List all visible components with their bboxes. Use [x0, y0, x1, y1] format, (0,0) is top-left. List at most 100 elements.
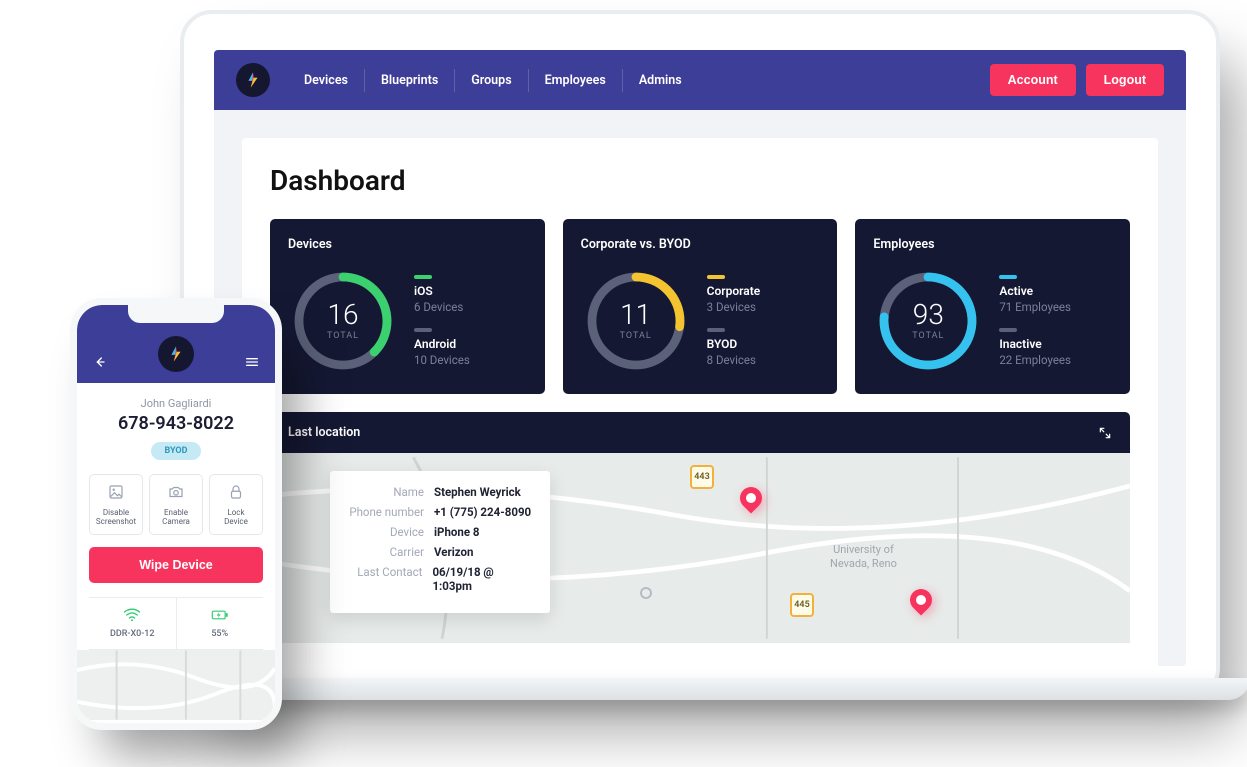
nav-blueprints[interactable]: Blueprints	[365, 69, 455, 92]
expand-icon[interactable]	[1098, 426, 1112, 440]
map-poi-icon	[640, 587, 652, 599]
dashboard-panel: Dashboard Devices 16	[242, 138, 1158, 666]
desktop-screen: Devices Blueprints Groups Employees Admi…	[214, 50, 1186, 666]
donut-corporate-byod: 11 TOTAL	[581, 266, 691, 376]
action-disable-screenshot[interactable]: DisableScreenshot	[89, 474, 143, 535]
ownership-badge: BYOD	[151, 442, 201, 460]
legend-swatch	[414, 328, 432, 332]
legend-sub: 71 Employees	[999, 300, 1071, 314]
back-button[interactable]	[91, 353, 109, 371]
nav-devices[interactable]: Devices	[288, 69, 365, 92]
phone-content: John Gagliardi 678-943-8022 BYOD Disable…	[77, 383, 275, 650]
wipe-device-button[interactable]: Wipe Device	[89, 547, 263, 583]
nav-groups[interactable]: Groups	[455, 69, 528, 92]
info-label-name: Name	[346, 485, 434, 499]
legend-active: Active 71 Employees	[999, 275, 1071, 314]
legend-corporate: Corporate 3 Devices	[707, 275, 761, 314]
laptop-frame: Devices Blueprints Groups Employees Admi…	[180, 10, 1220, 700]
phone-screen: John Gagliardi 678-943-8022 BYOD Disable…	[77, 305, 275, 723]
device-phone-number: 678-943-8022	[89, 413, 263, 434]
info-label-carrier: Carrier	[346, 545, 434, 559]
account-button[interactable]: Account	[990, 64, 1076, 96]
route-shield-icon: 443	[690, 465, 714, 489]
map-place-label: University ofNevada, Reno	[830, 543, 897, 571]
map-title: Last location	[288, 425, 360, 440]
donut-devices: 16 TOTAL	[288, 266, 398, 376]
donut-value: 93	[913, 301, 944, 329]
donut-label: TOTAL	[620, 331, 652, 341]
card-title: Employees	[873, 237, 1112, 252]
action-enable-camera[interactable]: EnableCamera	[149, 474, 203, 535]
legend-sub: 22 Employees	[999, 353, 1071, 367]
legend-label: Android	[414, 337, 470, 351]
device-user-name: John Gagliardi	[89, 397, 263, 410]
legend-swatch	[999, 328, 1017, 332]
battery-level: 55%	[177, 629, 264, 639]
legend-byod: BYOD 8 Devices	[707, 328, 761, 367]
logout-button[interactable]: Logout	[1086, 64, 1164, 96]
menu-button[interactable]	[243, 353, 261, 371]
card-title: Devices	[288, 237, 527, 252]
info-value-name: Stephen Weyrick	[434, 485, 521, 499]
info-value-phone: +1 (775) 224-8090	[434, 505, 531, 519]
card-corporate-byod: Corporate vs. BYOD 11 TOTAL	[563, 219, 838, 394]
info-value-device: iPhone 8	[434, 525, 480, 539]
action-label: LockDevice	[212, 508, 260, 526]
nav-admins[interactable]: Admins	[623, 69, 698, 92]
bolt-icon	[167, 345, 185, 363]
phone-frame: John Gagliardi 678-943-8022 BYOD Disable…	[70, 298, 282, 730]
hamburger-icon	[244, 354, 260, 370]
nav-employees[interactable]: Employees	[529, 69, 623, 92]
bolt-icon	[244, 71, 262, 89]
info-label-device: Device	[346, 525, 434, 539]
legend-label: Active	[999, 284, 1071, 298]
app-logo	[158, 336, 194, 372]
device-actions: DisableScreenshot EnableCamera LockDevic…	[89, 474, 263, 535]
legend-sub: 10 Devices	[414, 353, 470, 367]
battery-status: 55%	[177, 598, 264, 649]
legend-sub: 3 Devices	[707, 300, 761, 314]
action-lock-device[interactable]: LockDevice	[209, 474, 263, 535]
legend-sub: 6 Devices	[414, 300, 470, 314]
battery-charging-icon	[211, 608, 229, 622]
legend-swatch	[414, 275, 432, 279]
legend-swatch	[999, 275, 1017, 279]
legend-android: Android 10 Devices	[414, 328, 470, 367]
card-last-location: Last location	[270, 412, 1130, 643]
donut-value: 11	[620, 301, 651, 329]
lock-icon	[227, 483, 245, 501]
phone-map[interactable]	[77, 650, 275, 720]
info-value-carrier: Verizon	[434, 545, 473, 559]
camera-icon	[167, 483, 185, 501]
main-content: Dashboard Devices 16	[214, 110, 1186, 666]
top-nav: Devices Blueprints Groups Employees Admi…	[214, 50, 1186, 110]
phone-notch	[128, 305, 224, 323]
legend-label: Inactive	[999, 337, 1071, 351]
legend-label: iOS	[414, 284, 470, 298]
map-canvas[interactable]: NameStephen Weyrick Phone number+1 (775)…	[270, 453, 1130, 643]
donut-employees: 93 TOTAL	[873, 266, 983, 376]
action-label: DisableScreenshot	[92, 508, 140, 526]
donut-value: 16	[327, 301, 358, 329]
wifi-status: DDR-X0-12	[89, 598, 177, 649]
map-info-popover: NameStephen Weyrick Phone number+1 (775)…	[330, 471, 550, 613]
info-label-last: Last Contact	[346, 565, 432, 593]
legend-label: BYOD	[707, 337, 761, 351]
wifi-icon	[123, 608, 141, 622]
map-roads	[77, 650, 275, 720]
card-devices: Devices 16 TOTAL	[270, 219, 545, 394]
legend-label: Corporate	[707, 284, 761, 298]
route-shield-icon: 445	[790, 593, 814, 617]
legend-ios: iOS 6 Devices	[414, 275, 470, 314]
action-label: EnableCamera	[152, 508, 200, 526]
app-logo	[236, 63, 270, 97]
laptop-base	[150, 678, 1247, 700]
donut-label: TOTAL	[327, 331, 359, 341]
wifi-ssid: DDR-X0-12	[89, 629, 176, 639]
info-label-phone: Phone number	[346, 505, 434, 519]
info-value-last: 06/19/18 @ 1:03pm	[432, 565, 534, 593]
page-title: Dashboard	[270, 164, 1130, 197]
legend-inactive: Inactive 22 Employees	[999, 328, 1071, 367]
donut-label: TOTAL	[912, 331, 944, 341]
device-status-row: DDR-X0-12 55%	[89, 597, 263, 650]
